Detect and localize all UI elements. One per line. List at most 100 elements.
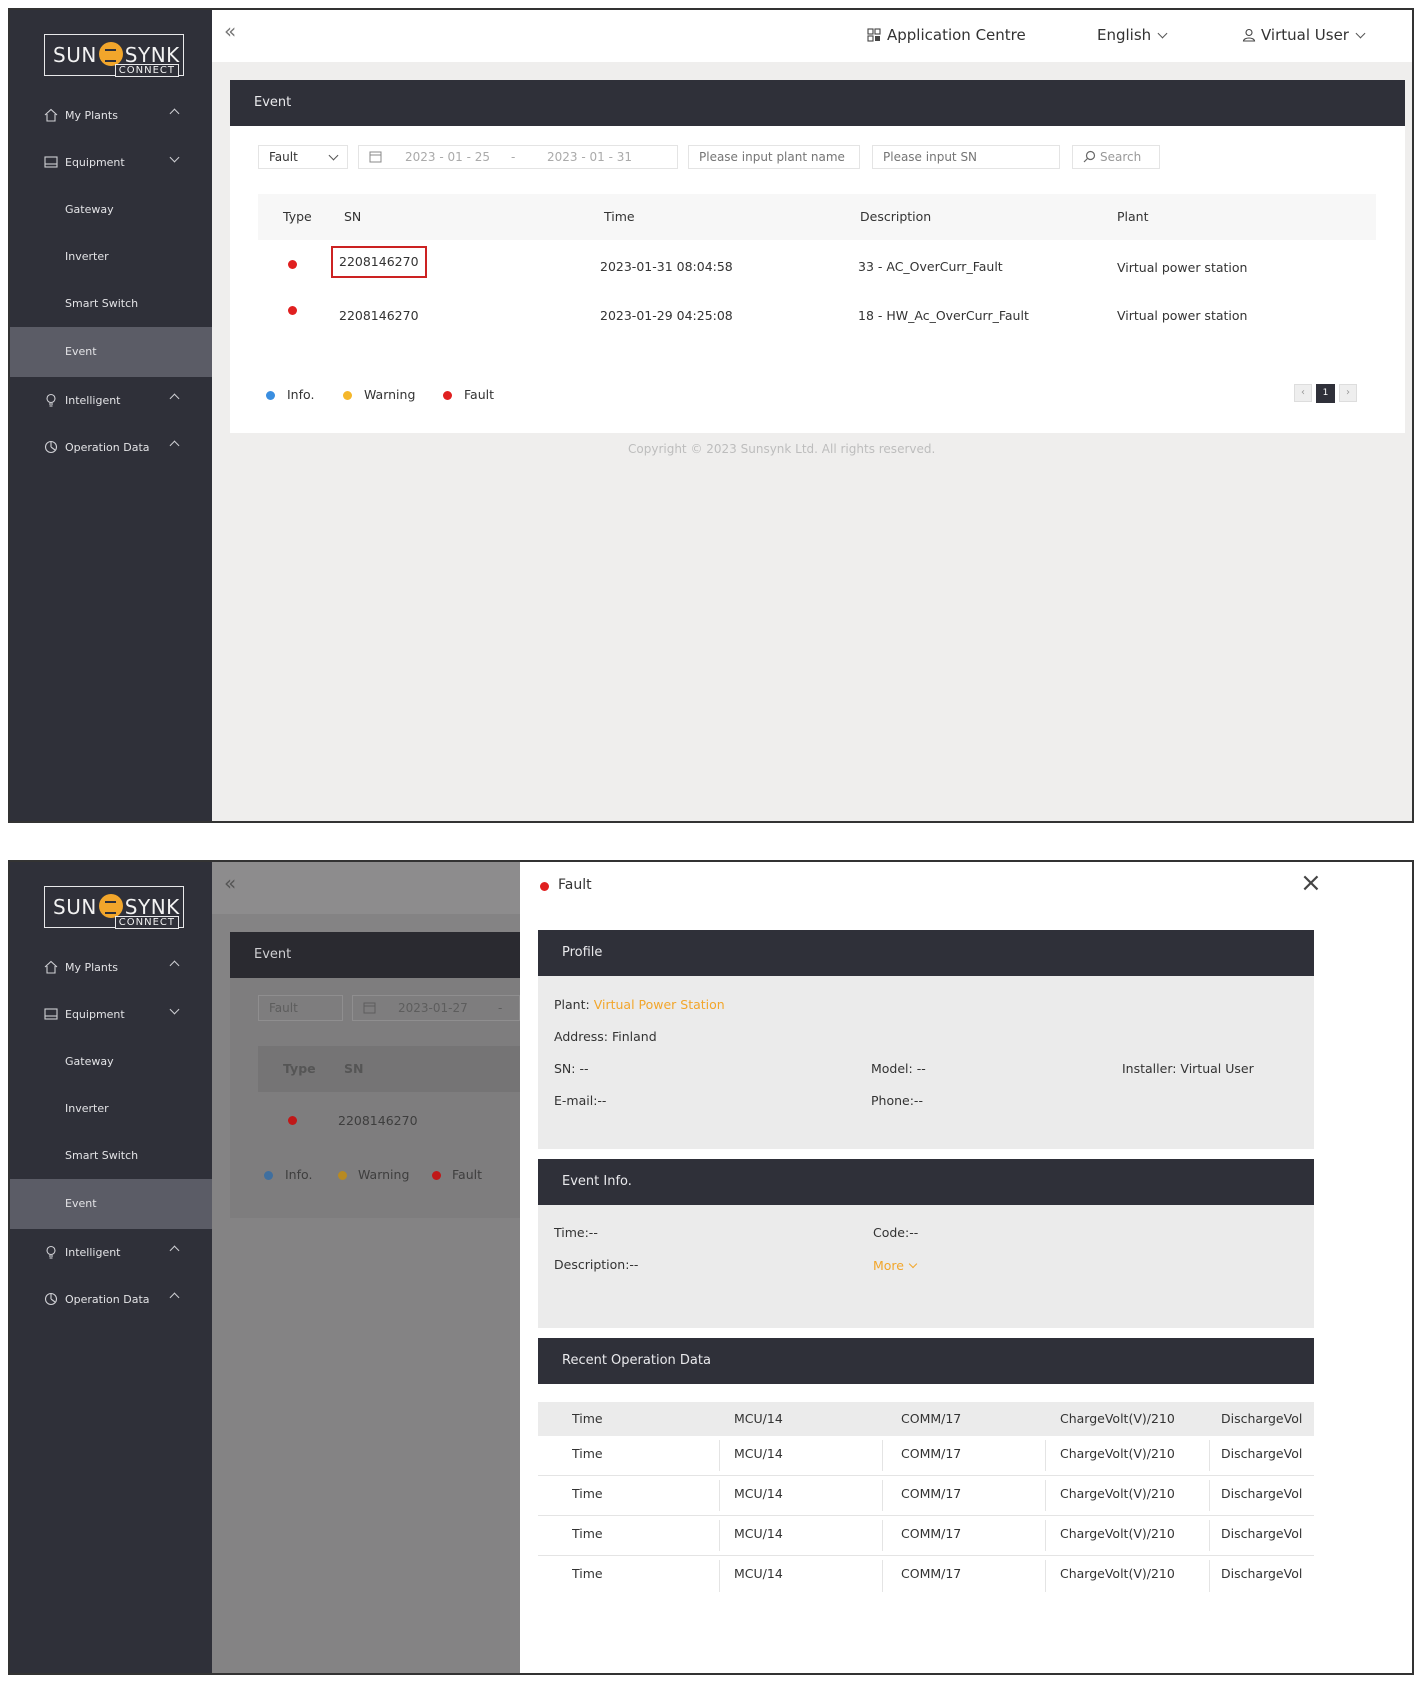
sidebar-item-gateway[interactable]: Gateway — [10, 186, 212, 233]
event-plant: Virtual power station — [1117, 260, 1248, 275]
bulb-icon — [46, 393, 56, 407]
next-page-button[interactable]: › — [1339, 384, 1357, 402]
language-label: English — [1097, 26, 1152, 44]
sidebar-item-operation-data[interactable]: Operation Data — [10, 1276, 212, 1323]
date-range-picker[interactable]: 2023 - 01 - 25 - 2023 - 01 - 31 — [358, 145, 678, 169]
sidebar-item-equipment[interactable]: Equipment — [10, 991, 212, 1038]
table-cell: MCU/14 — [734, 1486, 783, 1501]
page-title: Event — [254, 95, 292, 110]
sidebar-item-gateway[interactable]: Gateway — [10, 1038, 212, 1085]
modal-backdrop[interactable]: « Event Fault 2023-01-27 - Type SN 22081… — [212, 862, 520, 1673]
table-cell: Time — [572, 1446, 603, 1461]
column-divider — [719, 1520, 720, 1551]
sn-link[interactable]: 2208146270 — [339, 308, 419, 323]
column-description: Description — [860, 209, 932, 224]
table-cell: Time — [572, 1566, 603, 1581]
dimmed-date: 2023-01-27 - — [352, 995, 520, 1021]
sidebar-nav: My Plants Equipment Gateway Inverter Sma… — [10, 92, 212, 471]
dimmed-column-sn: SN — [344, 1061, 364, 1076]
sidebar-item-label: Smart Switch — [65, 297, 139, 310]
chevron-up-icon — [169, 960, 180, 971]
column-divider — [882, 1480, 883, 1511]
dimmed-legend-info: Info. — [285, 1167, 313, 1182]
column-divider — [1045, 1440, 1046, 1471]
sidebar-item-event[interactable]: Event — [10, 1179, 212, 1229]
home-icon — [44, 960, 58, 974]
chevron-down-icon — [169, 1004, 180, 1015]
sidebar-item-smart-switch[interactable]: Smart Switch — [10, 1132, 212, 1179]
sidebar-item-label: Smart Switch — [65, 1149, 139, 1162]
column-divider — [882, 1520, 883, 1551]
event-info-time: Time:-- — [554, 1225, 598, 1240]
collapse-sidebar-icon: « — [224, 871, 237, 895]
current-page[interactable]: 1 — [1316, 384, 1335, 403]
sidebar-item-my-plants[interactable]: My Plants — [10, 92, 212, 139]
dimmed-date-value: 2023-01-27 — [398, 1001, 468, 1015]
table-cell: DischargeVol — [1221, 1526, 1303, 1541]
user-name: Virtual User — [1261, 26, 1349, 44]
table-cell: COMM/17 — [901, 1446, 962, 1461]
sidebar-item-intelligent[interactable]: Intelligent — [10, 1229, 212, 1276]
table-row: Time MCU/14 COMM/17 ChargeVolt(V)/210 Discha… — [538, 1476, 1314, 1516]
column-divider — [882, 1560, 883, 1592]
column-charge-volt: ChargeVolt(V)/210 — [1060, 1411, 1175, 1426]
more-toggle[interactable]: More — [873, 1258, 918, 1273]
table-cell: MCU/14 — [734, 1566, 783, 1581]
column-divider — [1209, 1440, 1210, 1471]
chevron-down-icon — [908, 1259, 918, 1269]
date-to[interactable]: 2023 - 01 - 31 — [547, 146, 632, 168]
plant-name-input[interactable] — [688, 145, 860, 169]
column-time: Time — [604, 209, 635, 224]
profile-plant: Plant: Virtual Power Station — [554, 997, 725, 1012]
table-cell: MCU/14 — [734, 1446, 783, 1461]
user-menu[interactable]: Virtual User — [1242, 26, 1366, 44]
date-from[interactable]: 2023 - 01 - 25 — [405, 146, 490, 168]
sidebar-item-operation-data[interactable]: Operation Data — [10, 424, 212, 471]
event-info-header: Event Info. — [538, 1159, 1314, 1205]
brand-sub: CONNECT — [114, 916, 179, 929]
copyright: Copyright © 2023 Sunsynk Ltd. All rights… — [628, 442, 936, 456]
sn-input[interactable] — [872, 145, 1060, 169]
sidebar-item-inverter[interactable]: Inverter — [10, 233, 212, 280]
profile-email: E-mail:-- — [554, 1093, 607, 1108]
application-centre-link[interactable]: Application Centre — [867, 26, 1026, 44]
profile-installer: Installer: Virtual User — [1122, 1061, 1254, 1076]
sunsynk-logo[interactable]: SUN SYNK CONNECT — [44, 34, 184, 77]
warning-dot-icon — [343, 391, 352, 400]
sidebar-item-intelligent[interactable]: Intelligent — [10, 377, 212, 424]
prev-page-button[interactable]: ‹ — [1294, 384, 1312, 402]
sidebar-item-event[interactable]: Event — [10, 327, 212, 377]
search-button[interactable]: Search — [1072, 145, 1160, 169]
language-select[interactable]: English — [1097, 26, 1168, 44]
event-info-description: Description:-- — [554, 1257, 639, 1272]
table-cell: ChargeVolt(V)/210 — [1060, 1486, 1175, 1501]
sidebar-item-label: My Plants — [65, 961, 118, 974]
search-label: Search — [1100, 150, 1142, 164]
event-detail-drawer: Fault × Profile Plant: Virtual Power Sta… — [520, 862, 1412, 1673]
sidebar-item-my-plants[interactable]: My Plants — [10, 944, 212, 991]
collapse-sidebar-icon[interactable]: « — [224, 21, 236, 41]
table-row[interactable]: 2208146270 2023-01-29 04:25:08 18 - HW_A… — [258, 290, 1376, 338]
close-icon[interactable]: × — [1300, 868, 1322, 898]
grid-icon — [867, 28, 881, 42]
warning-dot-icon — [338, 1171, 347, 1180]
sn-link[interactable]: 2208146270 — [331, 246, 427, 278]
sunsynk-logo[interactable]: SUN SYNK CONNECT — [44, 886, 184, 929]
chevron-up-icon — [169, 108, 180, 119]
table-row[interactable]: 2208146270 2023-01-31 08:04:58 33 - AC_O… — [258, 242, 1376, 290]
event-description: 18 - HW_Ac_OverCurr_Fault — [858, 308, 1029, 323]
event-list-screen: SUN SYNK CONNECT My Plants Equipment Gate… — [8, 8, 1414, 823]
brand-sun: SUN — [53, 43, 97, 67]
sidebar-item-label: Event — [65, 1197, 97, 1210]
event-type-select[interactable]: Fault — [258, 145, 348, 169]
chevron-up-icon — [169, 1245, 180, 1256]
chart-icon — [44, 440, 58, 454]
sidebar-item-smart-switch[interactable]: Smart Switch — [10, 280, 212, 327]
dimmed-title: Event — [254, 947, 292, 962]
sidebar-item-equipment[interactable]: Equipment — [10, 139, 212, 186]
column-mcu: MCU/14 — [734, 1411, 783, 1426]
plant-link[interactable]: Virtual Power Station — [594, 997, 725, 1012]
dimmed-sn: 2208146270 — [338, 1113, 418, 1128]
sidebar-item-inverter[interactable]: Inverter — [10, 1085, 212, 1132]
table-cell: COMM/17 — [901, 1486, 962, 1501]
